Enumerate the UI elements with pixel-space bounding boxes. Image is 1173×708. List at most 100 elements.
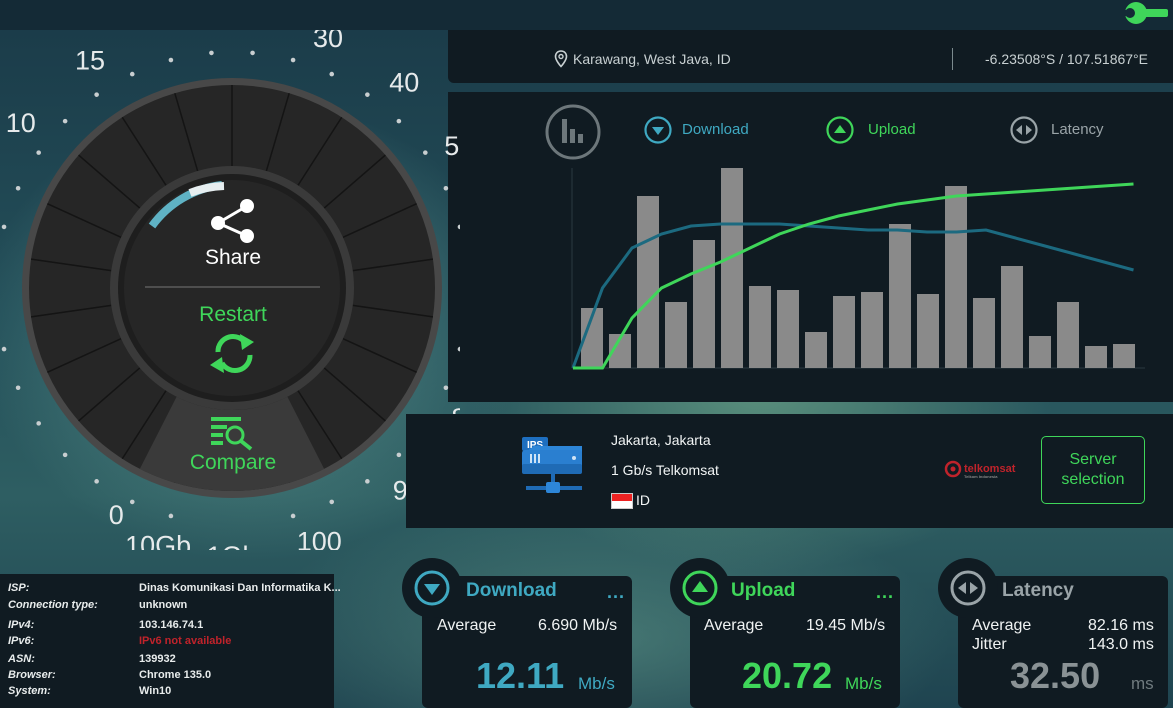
dial-tick-dot <box>62 118 68 124</box>
chart-bar <box>889 224 911 368</box>
download-average-value: 6.690 Mb/s <box>538 617 618 634</box>
latency-result-value: 32.50 <box>1010 655 1101 696</box>
dial-tick-dot <box>396 118 402 124</box>
latency-result-unit: ms <box>1131 674 1154 693</box>
dial-tick-dot <box>443 385 449 391</box>
bar-chart-icon[interactable] <box>545 104 601 160</box>
info-value: Win10 <box>139 685 172 697</box>
dial-tick-dot <box>1 224 7 230</box>
dial-tick-label: 40 <box>389 68 419 98</box>
download-more-button[interactable]: ... <box>607 582 625 603</box>
upload-legend-icon[interactable] <box>826 116 854 144</box>
info-key: ISP: <box>8 582 30 594</box>
telkomsat-logo: telkomsat Telkom Indonesia <box>944 458 1024 483</box>
chart-bar <box>1001 266 1023 368</box>
upload-card-title: Upload <box>731 580 796 601</box>
info-key: IPv6: <box>8 635 35 647</box>
top-bar <box>0 0 1173 30</box>
upload-more-button[interactable]: ... <box>876 582 894 603</box>
download-icon <box>414 570 450 606</box>
info-key: Browser: <box>8 669 56 681</box>
jitter-value: 143.0 ms <box>1088 636 1154 653</box>
chart-bar <box>721 168 743 368</box>
chart-bar <box>1029 336 1051 368</box>
info-value: Chrome 135.0 <box>139 669 212 681</box>
dial-tick-dot <box>62 452 68 458</box>
dial-tick-label: 15 <box>75 46 105 76</box>
wrench-icon[interactable] <box>1122 0 1170 26</box>
chart-bar <box>805 332 827 368</box>
dial-tick-dot <box>365 479 370 484</box>
chart-bar <box>973 298 995 368</box>
dial-tick-dot <box>36 150 41 155</box>
download-legend-icon[interactable] <box>644 116 672 144</box>
latency-icon <box>950 570 986 606</box>
dial-tick-label: 0 <box>109 500 124 530</box>
dial-tick-dot <box>396 452 402 458</box>
speed-chart <box>571 168 1145 370</box>
latency-card-title: Latency <box>1002 580 1074 601</box>
info-value: 139932 <box>139 653 176 665</box>
info-value: unknown <box>139 599 188 611</box>
server-isp: 1 Gb/s Telkomsat <box>611 462 719 478</box>
chart-bar <box>665 302 687 368</box>
info-key: Connection type: <box>8 599 98 611</box>
dial-tick-dot <box>365 92 370 97</box>
download-legend-label[interactable]: Download <box>682 121 749 138</box>
latency-average-label: Average <box>972 617 1032 634</box>
chart-bar <box>945 186 967 368</box>
info-key: ASN: <box>8 653 35 665</box>
upload-icon <box>682 570 718 606</box>
dial-tick-dot <box>423 150 428 155</box>
upload-result-value: 20.72 <box>742 655 833 696</box>
chart-bar <box>777 290 799 368</box>
download-result-value: 12.11 <box>476 655 565 696</box>
info-value: 103.146.74.1 <box>139 619 204 631</box>
chart-bar <box>861 292 883 368</box>
dial-tick-dot <box>94 92 99 97</box>
upload-average-value: 19.45 Mb/s <box>806 617 886 634</box>
chart-bar <box>1057 302 1079 368</box>
server-selection-button[interactable]: Server selection <box>1041 436 1145 504</box>
jitter-label: Jitter <box>972 636 1007 653</box>
info-value: Dinas Komunikasi Dan Informatika K... <box>139 582 341 594</box>
dial-tick-label: 1Gb <box>206 541 257 550</box>
chart-bar <box>1085 346 1107 368</box>
dial-tick-dot <box>290 57 296 63</box>
server-icon: IPS <box>522 437 582 493</box>
chart-bar <box>637 196 659 368</box>
chart-bar <box>1113 344 1135 368</box>
chart-bar <box>917 294 939 368</box>
latency-legend-label[interactable]: Latency <box>1051 121 1104 138</box>
latency-average-value: 82.16 ms <box>1088 617 1154 634</box>
dial-tick-dot <box>290 513 296 519</box>
upload-average-label: Average <box>704 617 764 634</box>
server-city: Jakarta, Jakarta <box>611 432 711 448</box>
compare-button[interactable]: Compare <box>180 451 286 475</box>
dial-tick-dot <box>250 50 255 56</box>
dial-tick-label: 50 <box>444 131 460 161</box>
info-key: System: <box>8 685 51 697</box>
restart-button[interactable]: Restart <box>190 303 276 327</box>
indonesia-flag-icon <box>611 493 633 509</box>
dial-tick-dot <box>329 71 335 77</box>
dial-tick-label: 100 <box>297 526 342 550</box>
latency-legend-icon[interactable] <box>1010 116 1038 144</box>
dial-tick-dot <box>129 71 135 77</box>
dial-tick-dot <box>443 185 449 191</box>
info-value: IPv6 not available <box>139 635 232 647</box>
chart-bar <box>833 296 855 368</box>
download-average-label: Average <box>437 617 497 634</box>
server-country: ID <box>636 492 650 508</box>
dial-tick-label: 20 <box>226 30 256 35</box>
chart-bar <box>749 286 771 368</box>
share-button[interactable]: Share <box>200 246 266 270</box>
location-text: Karawang, West Java, ID <box>573 51 731 67</box>
dial-tick-dot <box>1 346 7 352</box>
info-key: IPv4: <box>8 619 35 631</box>
location-pin-icon <box>554 50 568 68</box>
svg-text:Telkom Indonesia: Telkom Indonesia <box>964 474 998 479</box>
upload-result-unit: Mb/s <box>845 674 882 693</box>
dial-tick-label: 30 <box>313 30 343 53</box>
upload-legend-label[interactable]: Upload <box>868 121 916 138</box>
